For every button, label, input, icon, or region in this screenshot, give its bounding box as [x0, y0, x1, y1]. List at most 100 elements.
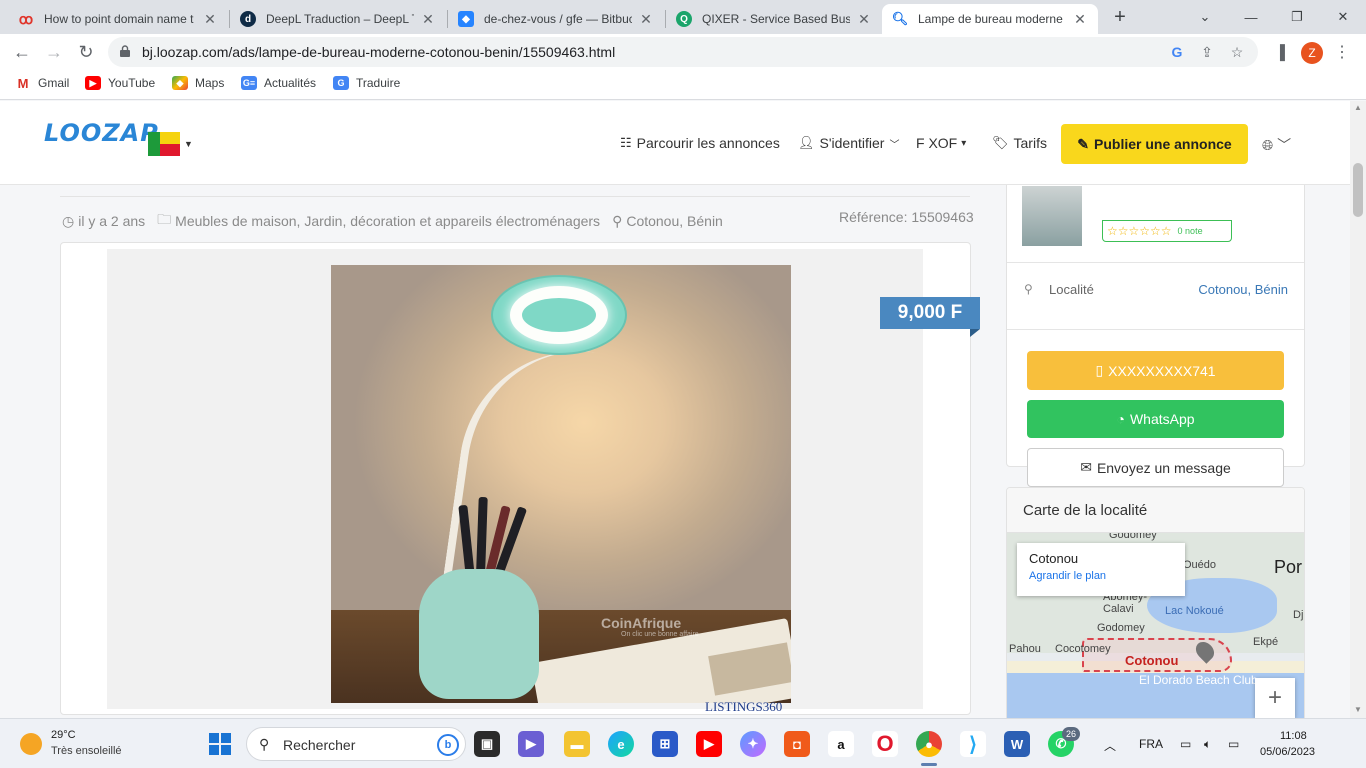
publish-ad-button[interactable]: ✎ Publier une annonce	[1061, 124, 1248, 164]
bitbucket-icon: ◆	[458, 11, 474, 27]
caret-down-icon[interactable]: ▼	[184, 139, 193, 149]
bookmark-maps[interactable]: ◆ Maps	[172, 76, 224, 90]
send-message-button[interactable]: ✉ Envoyez un message	[1027, 448, 1284, 487]
language-globe-icon[interactable]: 🌐︎ ﹀	[1262, 135, 1291, 155]
gmail-icon: M	[17, 75, 29, 91]
browser-tab[interactable]: d DeepL Traduction – DeepL Tr ✕	[230, 4, 446, 34]
language-indicator[interactable]: FRA	[1139, 737, 1163, 751]
profile-avatar[interactable]: Z	[1301, 42, 1323, 64]
youtube-app-icon[interactable]: ▶	[696, 731, 722, 757]
browser-tab[interactable]: ꝏ How to point domain name t ✕	[8, 4, 228, 34]
page-viewport: LOOZAP ▼ ☷ Parcourir les annonces 👤︎ S'i…	[0, 101, 1350, 718]
bookmark-translate[interactable]: G Traduire	[333, 76, 400, 90]
browser-tab-active[interactable]: 🔍︎ Lampe de bureau moderne - ✕	[882, 4, 1098, 34]
address-bar-row: ← → ↻ bj.loozap.com/ads/lampe-de-bureau-…	[0, 34, 1366, 70]
scroll-down-icon[interactable]: ▼	[1354, 705, 1362, 714]
bookmark-news[interactable]: G≡ Actualités	[241, 76, 316, 90]
bookmark-youtube[interactable]: ▶ YouTube	[85, 76, 155, 90]
bookmark-gmail[interactable]: M Gmail	[15, 75, 70, 91]
close-tab-icon[interactable]: ✕	[856, 11, 872, 28]
folder-icon: 🗀	[157, 211, 172, 227]
teams-chat-icon[interactable]: ▶	[518, 731, 544, 757]
loozap-logo[interactable]: LOOZAP	[44, 119, 159, 147]
bookmarks-bar: M Gmail ▶ YouTube ◆ Maps G≡ Actualités G…	[0, 70, 1366, 100]
image-gallery[interactable]: CoinAfrique On clic une bonne affaire LI…	[107, 249, 923, 714]
taskbar-search[interactable]: ⚲ Rechercher b	[246, 727, 466, 761]
menu-kebab-icon[interactable]: ⋮	[1334, 42, 1350, 62]
restore-button[interactable]: ❐	[1274, 0, 1320, 34]
show-phone-button[interactable]: ▯ XXXXXXXXX741	[1027, 351, 1284, 390]
task-view-icon[interactable]: ▣	[474, 731, 500, 757]
rating-box: ☆☆☆☆☆☆ 0 note	[1102, 220, 1232, 242]
whatsapp-button[interactable]: ◔ WhatsApp	[1027, 400, 1284, 438]
opera-icon[interactable]: O	[872, 731, 898, 757]
page-scrollbar[interactable]: ▲ ▼	[1350, 101, 1366, 718]
scroll-up-icon[interactable]: ▲	[1354, 103, 1362, 112]
ad-image-card: CoinAfrique On clic une bonne affaire LI…	[60, 242, 971, 715]
browser-tab[interactable]: Q QIXER - Service Based Busine ✕	[666, 4, 882, 34]
side-panel-icon[interactable]: ▐	[1265, 40, 1295, 64]
scrollbar-thumb[interactable]	[1353, 163, 1363, 217]
ad-category[interactable]: Meubles de maison, Jardin, décoration et…	[175, 213, 600, 229]
file-explorer-icon[interactable]: ▬	[564, 731, 590, 757]
google-translate-icon[interactable]: G	[1162, 40, 1192, 64]
benin-flag-icon[interactable]	[148, 132, 180, 156]
clock-date[interactable]: 05/06/2023	[1260, 746, 1315, 758]
clock-icon: ◷	[62, 212, 75, 229]
divider	[60, 196, 970, 197]
chevron-up-icon[interactable]: ︿	[1104, 737, 1116, 754]
map-marker-icon: ⚲	[1024, 282, 1033, 296]
forward-arrow-icon[interactable]: →	[42, 40, 66, 64]
location-map[interactable]: Godomey Ouédo Por Abomey-Calavi Lac Noko…	[1007, 533, 1304, 718]
map-zoom-in-button[interactable]: +	[1255, 678, 1295, 718]
weather-description[interactable]: Très ensoleillé	[51, 745, 122, 757]
seller-avatar[interactable]	[1022, 186, 1082, 246]
word-icon[interactable]: W	[1004, 731, 1030, 757]
nav-currency[interactable]: F XOF ▾	[916, 135, 966, 151]
enlarge-map-link[interactable]: Agrandir le plan	[1029, 570, 1173, 582]
tags-icon: 🏷︎	[992, 135, 1009, 150]
bookmark-star-icon[interactable]: ☆	[1222, 40, 1252, 64]
bing-icon[interactable]: b	[437, 734, 459, 756]
close-tab-icon[interactable]: ✕	[1072, 11, 1088, 28]
share-icon[interactable]: ⇪	[1192, 40, 1222, 64]
shopping-bag-icon[interactable]: ◘	[784, 731, 810, 757]
close-tab-icon[interactable]: ✕	[202, 11, 218, 28]
amazon-icon[interactable]: a	[828, 731, 854, 757]
tab-search-button[interactable]: ⌄	[1182, 0, 1228, 34]
battery-icon[interactable]: ▭	[1228, 737, 1239, 751]
close-window-button[interactable]: ✕	[1320, 0, 1366, 34]
nav-login[interactable]: 👤︎ S'identifier ﹀	[798, 135, 899, 151]
vscode-icon[interactable]: ⟩	[960, 731, 986, 757]
network-icon[interactable]: ▭	[1180, 737, 1191, 751]
maps-icon: ◆	[172, 76, 188, 90]
close-tab-icon[interactable]: ✕	[420, 11, 436, 28]
url-text: bj.loozap.com/ads/lampe-de-bureau-modern…	[142, 44, 616, 60]
nav-browse-ads[interactable]: ☷ Parcourir les annonces	[620, 135, 780, 151]
windows-start-icon[interactable]	[209, 733, 231, 755]
new-tab-button[interactable]: +	[1108, 6, 1132, 30]
chrome-icon[interactable]: ●	[916, 731, 942, 757]
reload-icon[interactable]: ↻	[74, 40, 98, 64]
location-value[interactable]: Cotonou, Bénin	[1198, 282, 1288, 297]
weather-temperature[interactable]: 29°C	[51, 729, 76, 741]
mobile-phone-icon: ▯	[1095, 362, 1104, 378]
edge-icon[interactable]: e	[608, 731, 634, 757]
url-bar[interactable]: bj.loozap.com/ads/lampe-de-bureau-modern…	[108, 37, 1258, 67]
back-arrow-icon[interactable]: ←	[10, 40, 34, 64]
browser-tab[interactable]: ◆ de-chez-vous / gfe — Bitbuc ✕	[448, 4, 664, 34]
close-tab-icon[interactable]: ✕	[638, 11, 654, 28]
seller-card: ☆☆☆☆☆☆ 0 note ⚲ Localité Cotonou, Bénin …	[1006, 141, 1305, 487]
ad-photo-desk-lamp[interactable]: CoinAfrique On clic une bonne affaire	[331, 265, 791, 703]
search-icon: ⚲	[259, 736, 270, 752]
copilot-icon[interactable]: ✦	[740, 731, 766, 757]
lock-icon	[120, 45, 130, 57]
minimize-button[interactable]: —	[1228, 0, 1274, 34]
clock-time[interactable]: 11:08	[1280, 730, 1307, 742]
sun-weather-icon[interactable]	[20, 733, 42, 755]
news-icon: G≡	[241, 76, 257, 90]
ad-location[interactable]: Cotonou, Bénin	[626, 213, 723, 229]
volume-icon[interactable]: 🔈︎	[1204, 737, 1211, 752]
nav-pricing[interactable]: 🏷︎ Tarifs	[992, 135, 1047, 151]
microsoft-store-icon[interactable]: ⊞	[652, 731, 678, 757]
